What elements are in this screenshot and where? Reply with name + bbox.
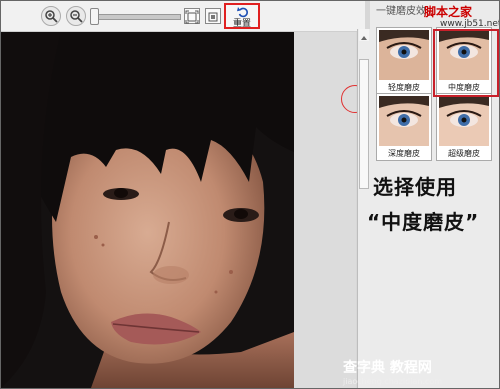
zoom-out-icon	[70, 10, 83, 23]
zoom-slider-track[interactable]	[93, 14, 181, 20]
preset-light[interactable]: 轻度磨皮	[376, 27, 432, 95]
preset-light-label: 轻度磨皮	[388, 83, 420, 92]
preset-deep-thumbnail	[379, 96, 429, 146]
reset-button[interactable]: 重置	[224, 3, 260, 29]
preset-super-thumbnail	[439, 96, 489, 146]
canvas-background	[294, 32, 356, 388]
reset-label: 重置	[232, 19, 251, 29]
zoom-slider-handle[interactable]	[90, 8, 99, 25]
fit-screen-button[interactable]	[184, 8, 200, 24]
watermark-bottom: 查字典 教程网	[343, 360, 432, 376]
zoom-out-button[interactable]	[66, 6, 86, 26]
watermark-bottom-url: jiaocheng.chazidian.com	[343, 377, 443, 386]
actual-size-button[interactable]	[205, 8, 221, 24]
panel-title: 一键磨皮效	[376, 6, 426, 17]
fit-screen-icon	[185, 10, 199, 24]
photo-preview[interactable]	[1, 32, 294, 388]
watermark-top: 脚本之家	[424, 5, 473, 19]
scroll-up-arrow[interactable]	[359, 29, 369, 41]
toolbar: 重置	[1, 1, 365, 32]
watermark-top-url: www.jb51.net	[440, 19, 500, 29]
zoom-in-button[interactable]	[41, 6, 61, 26]
annotation-line1: 选择使用	[373, 175, 457, 199]
preset-super[interactable]: 超级磨皮	[436, 93, 492, 161]
chevron-up-icon	[361, 36, 367, 40]
actual-size-icon	[208, 12, 218, 22]
app-window: 重置 一键磨皮效 轻度磨皮 中度磨皮 深度磨皮 超级磨皮 脚本之家 www.jb…	[0, 0, 500, 389]
selected-preset-highlight	[433, 29, 499, 97]
scroll-thumb[interactable]	[359, 59, 369, 189]
preset-super-label: 超级磨皮	[448, 149, 480, 158]
zoom-in-icon	[45, 10, 58, 23]
preset-deep-label: 深度磨皮	[388, 149, 420, 158]
portrait-image	[1, 32, 294, 388]
preset-light-thumbnail	[379, 30, 429, 80]
preset-deep[interactable]: 深度磨皮	[376, 93, 432, 161]
annotation-line2: “中度磨皮”	[367, 210, 480, 234]
